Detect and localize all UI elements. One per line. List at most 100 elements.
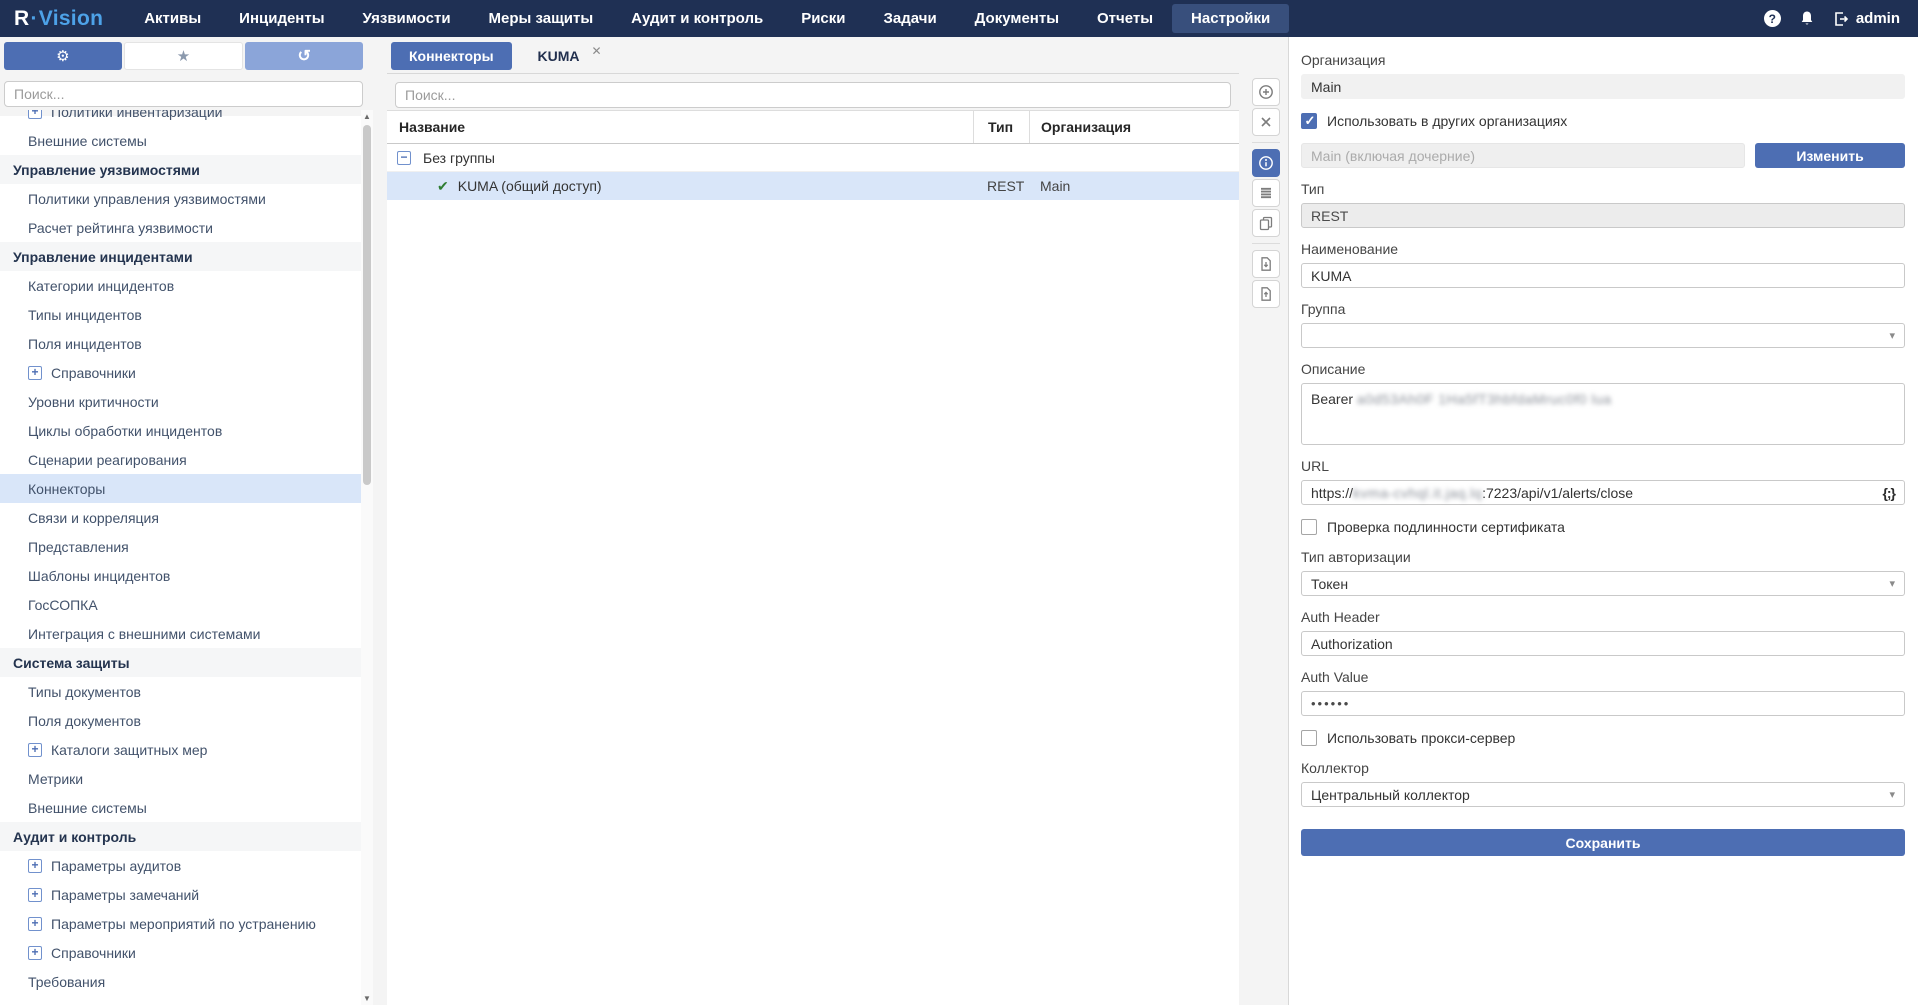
main-nav: Активы Инциденты Уязвимости Меры защиты … — [125, 0, 1289, 37]
nav-item-uyazvimosti[interactable]: Уязвимости — [344, 4, 470, 33]
nav-item-dokumenty[interactable]: Документы — [956, 4, 1078, 33]
column-header-type[interactable]: Тип — [973, 111, 1029, 143]
close-icon[interactable] — [592, 44, 602, 58]
star-icon — [177, 47, 190, 65]
sidebar-tab-history[interactable] — [245, 42, 363, 70]
name-input[interactable]: KUMA — [1301, 263, 1905, 288]
auth-header-value: Authorization — [1311, 636, 1393, 652]
group-select[interactable] — [1301, 323, 1905, 348]
sidebar-item[interactable]: Типы документов — [0, 677, 361, 706]
sidebar-tab-settings[interactable] — [4, 42, 122, 70]
insert-variable-icon[interactable]: {;} — [1882, 485, 1895, 501]
sidebar-item[interactable]: Параметры мероприятий по устранению — [0, 909, 361, 938]
sidebar-item[interactable]: Каталоги защитных мер — [0, 735, 361, 764]
expand-plus-icon[interactable] — [28, 917, 42, 931]
sidebar-search — [4, 81, 363, 107]
sidebar-item[interactable]: Интеграция с внешними системами — [0, 619, 361, 648]
sidebar-item[interactable]: Требования — [0, 967, 361, 996]
logout-icon — [1833, 11, 1849, 27]
tab-kuma[interactable]: KUMA — [512, 42, 610, 70]
notifications-bell-icon[interactable] — [1799, 10, 1815, 27]
sidebar-item-label: Справочники — [51, 365, 136, 381]
url-input[interactable]: https:// kvma-cvhql.it.jaq.lq :7223/api/… — [1301, 480, 1905, 505]
sidebar-tab-favorites[interactable] — [124, 42, 244, 70]
scroll-down-icon[interactable] — [361, 992, 373, 1005]
sidebar-item[interactable]: Связи и корреляция — [0, 503, 361, 532]
sidebar-item[interactable]: Политики инвентаризации — [0, 110, 361, 126]
sidebar-search-input[interactable] — [4, 81, 363, 107]
expand-plus-icon[interactable] — [28, 743, 42, 757]
change-button[interactable]: Изменить — [1755, 143, 1905, 168]
redacted-text: kvma-cvhql.it.jaq.lq — [1353, 485, 1482, 501]
sidebar-item[interactable]: Политики управления уязвимостями — [0, 184, 361, 213]
sidebar-item[interactable]: Параметры замечаний — [0, 880, 361, 909]
use-in-orgs-checkbox[interactable]: Использовать в других организациях — [1301, 113, 1905, 129]
url-suffix: :7223/api/v1/alerts/close — [1482, 485, 1633, 501]
save-button[interactable]: Сохранить — [1301, 829, 1905, 856]
sidebar-item[interactable]: Типы инцидентов — [0, 300, 361, 329]
cert-check-checkbox[interactable]: Проверка подлинности сертификата — [1301, 519, 1905, 535]
scrollbar-thumb[interactable] — [363, 125, 371, 485]
nav-item-zadachi[interactable]: Задачи — [865, 4, 956, 33]
copy-button[interactable] — [1252, 209, 1280, 237]
nav-item-audit-i-kontrol[interactable]: Аудит и контроль — [612, 4, 782, 33]
sidebar-item[interactable]: К — [0, 996, 361, 1005]
help-icon[interactable] — [1764, 10, 1781, 27]
auth-type-select[interactable]: Токен — [1301, 571, 1905, 596]
description-visible-text: Bearer — [1311, 391, 1353, 407]
sidebar-item[interactable]: Справочники — [0, 358, 361, 387]
sidebar-item[interactable]: Метрики — [0, 764, 361, 793]
sidebar-item[interactable]: Расчет рейтинга уязвимости — [0, 213, 361, 242]
sidebar-item[interactable]: Внешние системы — [0, 126, 361, 155]
sidebar-item[interactable]: Справочники — [0, 938, 361, 967]
sidebar-item[interactable]: Шаблоны инцидентов — [0, 561, 361, 590]
nav-item-otchety[interactable]: Отчеты — [1078, 4, 1172, 33]
sidebar-item[interactable]: Поля документов — [0, 706, 361, 735]
sidebar-item[interactable]: Поля инцидентов — [0, 329, 361, 358]
proxy-label: Использовать прокси-сервер — [1327, 730, 1515, 746]
nav-item-aktivy[interactable]: Активы — [125, 4, 220, 33]
table-group-row[interactable]: Без группы — [387, 144, 1239, 172]
sidebar-item[interactable]: Параметры аудитов — [0, 851, 361, 880]
list-view-button[interactable] — [1252, 179, 1280, 207]
collapse-minus-icon[interactable] — [397, 151, 411, 165]
nav-item-nastroyki[interactable]: Настройки — [1172, 4, 1289, 33]
table-row-kuma[interactable]: KUMA (общий доступ) REST Main — [387, 172, 1239, 200]
expand-plus-icon[interactable] — [28, 110, 42, 119]
user-menu[interactable]: admin — [1833, 10, 1900, 27]
tab-konnektory[interactable]: Коннекторы — [391, 42, 512, 70]
expand-plus-icon[interactable] — [28, 859, 42, 873]
nav-item-riski[interactable]: Риски — [782, 4, 864, 33]
sidebar-item[interactable]: Циклы обработки инцидентов — [0, 416, 361, 445]
sidebar-item-label: Категории инцидентов — [28, 278, 174, 294]
description-textarea[interactable]: Bearer a0d53Ah0F 1Ha5fT3hbfdaMruc0f0 lua — [1301, 383, 1905, 445]
info-button[interactable] — [1252, 149, 1280, 177]
sidebar-item[interactable]: ГосСОПКА — [0, 590, 361, 619]
export-button[interactable] — [1252, 250, 1280, 278]
sidebar-item[interactable]: Представления — [0, 532, 361, 561]
column-header-org[interactable]: Организация — [1029, 111, 1239, 143]
add-button[interactable] — [1252, 78, 1280, 106]
scroll-up-icon[interactable] — [361, 110, 373, 123]
sidebar-item-label: Шаблоны инцидентов — [28, 568, 170, 584]
sidebar-item[interactable]: Категории инцидентов — [0, 271, 361, 300]
connectors-search-input[interactable] — [395, 82, 1231, 108]
expand-plus-icon[interactable] — [28, 888, 42, 902]
auth-value-input[interactable]: •••••• — [1301, 691, 1905, 716]
delete-button[interactable] — [1252, 108, 1280, 136]
proxy-checkbox[interactable]: Использовать прокси-сервер — [1301, 730, 1905, 746]
expand-plus-icon[interactable] — [28, 946, 42, 960]
cert-check-label: Проверка подлинности сертификата — [1327, 519, 1565, 535]
auth-header-input[interactable]: Authorization — [1301, 631, 1905, 656]
sidebar-scrollbar[interactable] — [361, 110, 373, 1005]
expand-plus-icon[interactable] — [28, 366, 42, 380]
sidebar-item-konnektory[interactable]: Коннекторы — [0, 474, 361, 503]
sidebar-item[interactable]: Внешние системы — [0, 793, 361, 822]
column-header-name[interactable]: Название — [387, 111, 973, 143]
nav-item-mery-zashchity[interactable]: Меры защиты — [470, 4, 613, 33]
collector-select[interactable]: Центральный коллектор — [1301, 782, 1905, 807]
import-button[interactable] — [1252, 280, 1280, 308]
sidebar-item[interactable]: Уровни критичности — [0, 387, 361, 416]
nav-item-intsidenty[interactable]: Инциденты — [220, 4, 343, 33]
sidebar-item[interactable]: Сценарии реагирования — [0, 445, 361, 474]
